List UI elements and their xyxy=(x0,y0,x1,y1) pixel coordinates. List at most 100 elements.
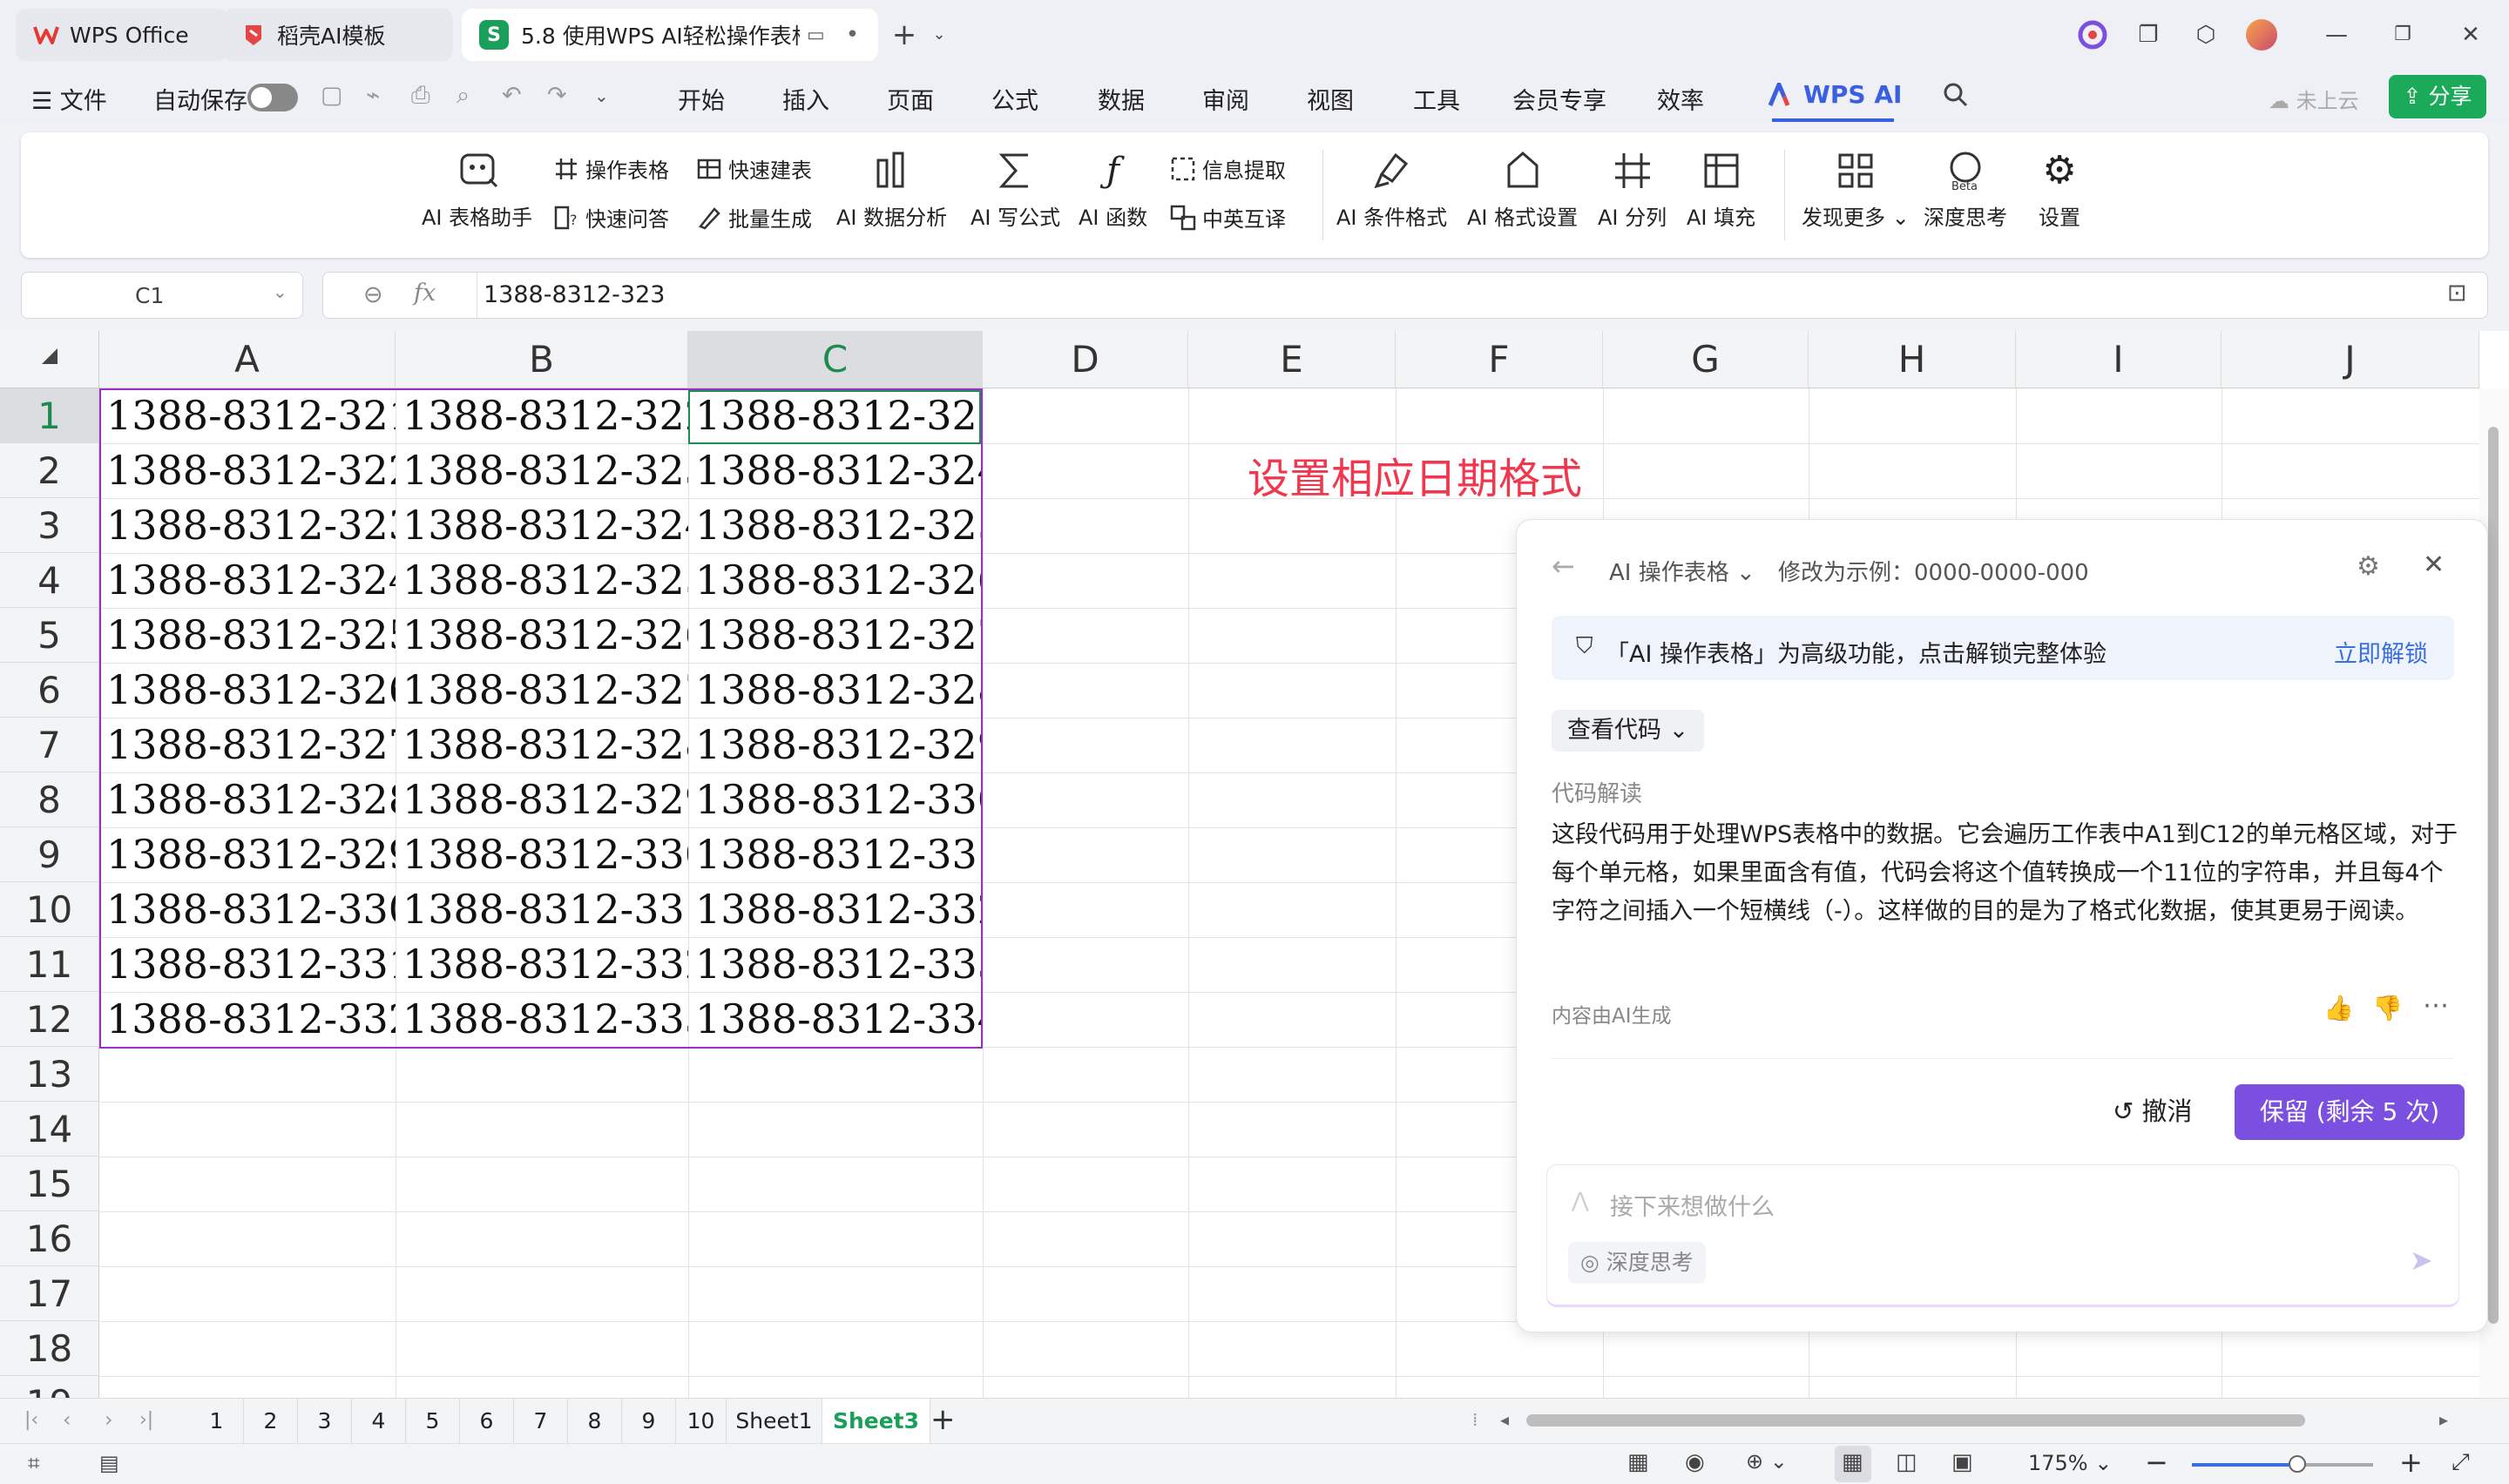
name-box[interactable]: C1 ⌄ xyxy=(21,272,303,319)
search-icon[interactable] xyxy=(1943,82,1969,108)
settings-button[interactable]: ⚙ 设置 xyxy=(2037,148,2082,231)
row-header-15[interactable]: 15 xyxy=(0,1157,99,1211)
window-copy-icon[interactable]: ❐ xyxy=(2133,19,2164,51)
new-tab-plus-icon[interactable]: + xyxy=(889,19,920,51)
more-options-icon[interactable]: ⋯ xyxy=(2423,990,2449,1021)
menu-item-tools[interactable]: 工具 xyxy=(1413,82,1460,116)
menu-item-start[interactable]: 开始 xyxy=(678,82,725,116)
ai-split-column-button[interactable]: AI 分列 xyxy=(1598,148,1667,231)
save-icon[interactable]: ▢ xyxy=(321,82,343,109)
unlock-link[interactable]: 立即解锁 xyxy=(2334,635,2428,669)
column-header-g[interactable]: G xyxy=(1603,331,1809,388)
scroll-right-icon[interactable]: ▸ xyxy=(2439,1409,2448,1430)
page-layout-icon[interactable]: ◫ xyxy=(1896,1449,1917,1475)
column-header-b[interactable]: B xyxy=(396,331,688,388)
unsaved-dot-icon[interactable]: • xyxy=(846,22,859,48)
focus-mode-icon[interactable]: ⊕ ⌄ xyxy=(1746,1449,1788,1474)
tab-wps-office[interactable]: WPS Office xyxy=(16,9,228,61)
sheet-tab-1[interactable]: 1 xyxy=(190,1399,244,1444)
close-icon[interactable]: ✕ xyxy=(2423,550,2445,580)
print-icon[interactable]: ⎙ xyxy=(411,82,430,110)
row-header-2[interactable]: 2 xyxy=(0,443,99,498)
row-header-19[interactable]: 19 xyxy=(0,1376,99,1398)
formula-input[interactable]: 1388-8312-323 xyxy=(477,281,665,308)
discover-more-button[interactable]: 发现更多 ⌄ xyxy=(1802,148,1910,231)
sheet-tab-2[interactable]: 2 xyxy=(244,1399,298,1444)
ai-conditional-format-button[interactable]: AI 条件格式 xyxy=(1336,148,1447,231)
sheet-tab-3[interactable]: 3 xyxy=(298,1399,352,1444)
normal-view-button[interactable]: ▦ xyxy=(1835,1446,1871,1482)
sheet-tab-6[interactable]: 6 xyxy=(460,1399,514,1444)
menu-item-review[interactable]: 审阅 xyxy=(1202,82,1249,116)
avatar[interactable] xyxy=(2246,19,2277,51)
row-header-18[interactable]: 18 xyxy=(0,1321,99,1376)
scroll-thumb[interactable] xyxy=(2488,427,2499,1324)
undo-button[interactable]: ↺ 撤消 xyxy=(2113,1091,2193,1128)
menu-item-member[interactable]: 会员专享 xyxy=(1512,82,1606,116)
export-icon[interactable]: ⌁ xyxy=(366,82,380,109)
row-header-3[interactable]: 3 xyxy=(0,498,99,553)
mode-selector[interactable]: AI 操作表格 ⌄ xyxy=(1609,555,1755,587)
autosave-toggle[interactable] xyxy=(247,84,298,111)
menu-item-view[interactable]: 视图 xyxy=(1307,82,1354,116)
gear-icon[interactable]: ⚙ xyxy=(2357,551,2380,582)
restore-icon[interactable]: ❐ xyxy=(2387,19,2418,51)
sheet-tab-7[interactable]: 7 xyxy=(514,1399,568,1444)
ai-fill-button[interactable]: AI 填充 xyxy=(1687,148,1755,231)
column-header-d[interactable]: D xyxy=(983,331,1188,388)
sheet-tab-9[interactable]: 9 xyxy=(622,1399,676,1444)
row-header-5[interactable]: 5 xyxy=(0,608,99,663)
column-header-f[interactable]: F xyxy=(1396,331,1603,388)
column-header-e[interactable]: E xyxy=(1188,331,1396,388)
table-view-icon[interactable]: ▦ xyxy=(1627,1449,1649,1475)
translate-button[interactable]: 中英互译 xyxy=(1169,202,1286,233)
fx-icon[interactable]: fx xyxy=(414,280,436,307)
prev-sheet-icon[interactable]: ‹ xyxy=(63,1407,71,1432)
cloud-status[interactable]: ☁ 未上云 xyxy=(2269,84,2359,114)
row-header-6[interactable]: 6 xyxy=(0,663,99,718)
zoom-level[interactable]: 175% ⌄ xyxy=(2028,1451,2112,1475)
zoom-in-icon[interactable]: + xyxy=(2399,1446,2423,1479)
add-sheet-icon[interactable]: + xyxy=(930,1402,956,1437)
quick-build-table-button[interactable]: 快速建表 xyxy=(695,153,812,184)
next-sheet-icon[interactable]: › xyxy=(105,1407,113,1432)
row-header-16[interactable]: 16 xyxy=(0,1211,99,1266)
batch-generate-button[interactable]: 批量生成 xyxy=(695,202,812,233)
zoom-out-icon[interactable]: − xyxy=(2145,1446,2168,1479)
tab-list-chevron-icon[interactable]: ⌄ xyxy=(923,19,955,51)
menu-item-insert[interactable]: 插入 xyxy=(782,82,829,116)
more-chevron-icon[interactable]: ⌄ xyxy=(594,85,609,106)
prompt-input-box[interactable]: ⋀ 接下来想做什么 ◎ 深度思考 ➤ xyxy=(1546,1164,2459,1307)
horizontal-scrollbar-thumb[interactable] xyxy=(1526,1414,2305,1427)
ai-data-analysis-button[interactable]: AI 数据分析 xyxy=(836,148,947,231)
sheet-tab-5[interactable]: 5 xyxy=(406,1399,460,1444)
row-header-4[interactable]: 4 xyxy=(0,553,99,608)
column-header-c[interactable]: C xyxy=(688,331,983,388)
print-preview-icon[interactable]: ⌕ xyxy=(456,82,470,110)
thumbs-down-icon[interactable]: 👎 xyxy=(2372,994,2403,1022)
close-window-icon[interactable]: ✕ xyxy=(2455,19,2486,51)
row-header-10[interactable]: 10 xyxy=(0,882,99,937)
info-extract-button[interactable]: 信息提取 xyxy=(1169,153,1286,184)
send-icon[interactable]: ➤ xyxy=(2410,1244,2433,1277)
row-header-12[interactable]: 12 xyxy=(0,992,99,1047)
zoom-search-icon[interactable]: ⊖ xyxy=(363,281,383,308)
cube-icon[interactable]: ⬡ xyxy=(2190,19,2222,51)
deep-think-toggle[interactable]: ◎ 深度思考 xyxy=(1568,1242,1706,1284)
menu-item-page[interactable]: 页面 xyxy=(887,82,934,116)
eye-protect-icon[interactable]: ◉ xyxy=(1685,1449,1705,1475)
insert-function-icon[interactable]: ⊡ xyxy=(2447,280,2467,307)
last-sheet-icon[interactable]: ›| xyxy=(139,1409,153,1431)
row-header-7[interactable]: 7 xyxy=(0,718,99,772)
scroll-left-icon[interactable]: ◂ xyxy=(1500,1409,1509,1430)
ai-table-assistant-button[interactable]: AI 表格助手 xyxy=(422,148,532,231)
monitor-icon[interactable]: ▭ xyxy=(807,24,825,46)
row-header-13[interactable]: 13 xyxy=(0,1047,99,1102)
sheet-tab-8[interactable]: 8 xyxy=(568,1399,622,1444)
column-header-i[interactable]: I xyxy=(2016,331,2222,388)
column-header-j[interactable]: J xyxy=(2222,331,2479,388)
column-header-h[interactable]: H xyxy=(1809,331,2016,388)
keep-button[interactable]: 保留 (剩余 5 次) xyxy=(2235,1084,2465,1140)
menu-item-data[interactable]: 数据 xyxy=(1098,82,1145,116)
file-menu[interactable]: ☰ 文件 xyxy=(31,82,107,116)
